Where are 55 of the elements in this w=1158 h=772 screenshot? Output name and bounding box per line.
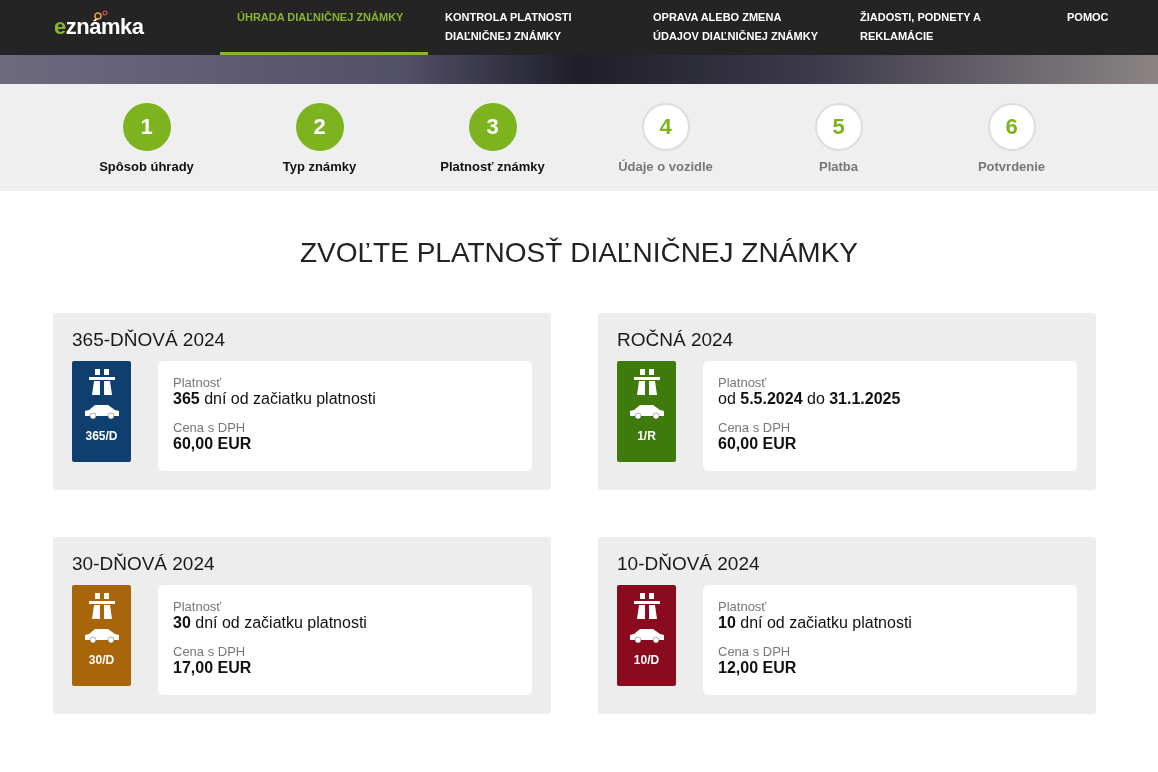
vignette-code: 30/D — [88, 653, 115, 667]
car-icon — [82, 627, 121, 643]
step-label: Typ známky — [282, 159, 357, 174]
step-circle: 1 — [122, 103, 171, 151]
step-circle: 5 — [814, 103, 863, 151]
option-card[interactable]: 365-DŇOVÁ 2024 365/D Platnosť 365 dní od začiatku platnosti Cena s DPH 60,00 EUR — [53, 313, 551, 490]
step-label: Spôsob úhrady — [99, 159, 194, 174]
price-text: 60,00 EUR — [718, 435, 798, 453]
validity-label: Platnosť — [718, 599, 768, 614]
step-label: Platnosť známky — [440, 159, 545, 174]
option-card[interactable]: 30-DŇOVÁ 2024 30/D Platnosť 30 dní od začiatku platnosti Cena s DPH 17,00 EUR — [53, 537, 551, 714]
highway-icon — [633, 369, 660, 395]
price-text: 12,00 EUR — [718, 659, 798, 677]
option-card[interactable]: 10-DŇOVÁ 2024 10/D Platnosť 10 dní od začiatku platnosti Cena s DPH 12,00 EUR — [598, 537, 1096, 714]
validity-text: 10 dní od začiatku platnosti — [718, 614, 913, 632]
nav-tab[interactable]: KONTROLA PLATNOSTI DIAĽNIČNEJ ZNÁMKY — [428, 0, 636, 55]
validity-text: od 5.5.2024 do 31.1.2025 — [718, 390, 902, 408]
step-circle: 6 — [987, 103, 1036, 151]
car-icon — [627, 403, 666, 419]
price-label: Cena s DPH — [173, 420, 247, 435]
car-icon — [627, 627, 666, 643]
circles-icon — [94, 10, 108, 20]
validity-label: Platnosť — [718, 375, 768, 390]
highway-icon — [633, 593, 660, 619]
highway-icon — [88, 593, 115, 619]
nav-tab[interactable]: ŽIADOSTI, PODNETY A REKLAMÁCIE — [843, 0, 1050, 55]
card-title: 10-DŇOVÁ 2024 — [617, 553, 761, 575]
highway-icon — [88, 369, 115, 395]
validity-label: Platnosť — [173, 599, 223, 614]
step-label: Údaje o vozidle — [618, 159, 713, 174]
card-title: ROČNÁ 2024 — [617, 329, 735, 351]
step-circle: 4 — [641, 103, 690, 151]
price-text: 17,00 EUR — [173, 659, 253, 677]
validity-text: 30 dní od začiatku platnosti — [173, 614, 368, 632]
validity-text: 365 dní od začiatku platnosti — [173, 390, 377, 408]
nav-tab[interactable]: POMOC — [1050, 0, 1150, 55]
option-card[interactable]: ROČNÁ 2024 1/R Platnosť od 5.5.2024 do 31.1.2025 Cena s DPH 60,00 EUR — [598, 313, 1096, 490]
price-label: Cena s DPH — [718, 420, 792, 435]
car-icon — [82, 403, 121, 419]
step-circle: 3 — [468, 103, 517, 151]
step-label: Platba — [819, 159, 858, 174]
page-heading: ZVOĽTE PLATNOSŤ DIAĽNIČNEJ ZNÁMKY — [299, 237, 859, 269]
step-circle: 2 — [295, 103, 344, 151]
vignette-code: 10/D — [633, 653, 660, 667]
card-title: 30-DŇOVÁ 2024 — [72, 553, 216, 575]
logo[interactable]: eznámka — [54, 14, 220, 40]
nav-tab[interactable]: OPRAVA ALEBO ZMENA ÚDAJOV DIAĽNIČNEJ ZNÁMKY — [636, 0, 843, 55]
vignette-code: 1/R — [637, 429, 656, 443]
price-text: 60,00 EUR — [173, 435, 253, 453]
validity-label: Platnosť — [173, 375, 223, 390]
price-label: Cena s DPH — [718, 644, 792, 659]
step-label: Potvrdenie — [977, 159, 1046, 174]
vignette-code: 365/D — [85, 429, 118, 443]
price-label: Cena s DPH — [173, 644, 247, 659]
card-title: 365-DŇOVÁ 2024 — [72, 329, 227, 351]
